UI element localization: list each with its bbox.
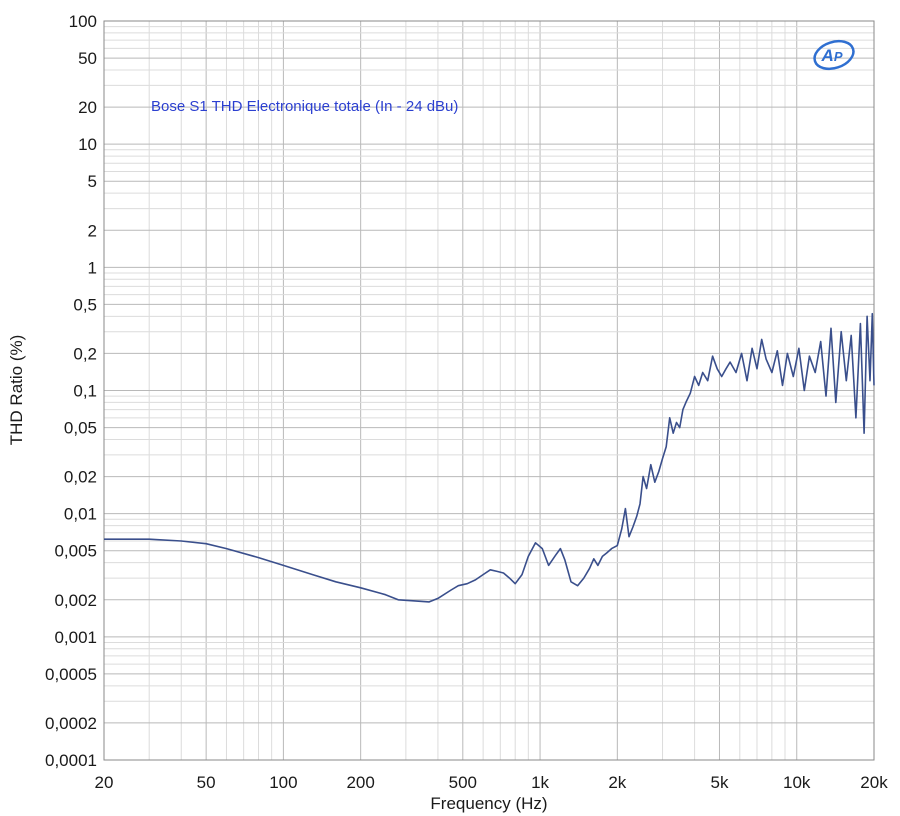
x-tick-label: 200 [346,773,374,792]
thd-chart: 20 50 100 200 500 1k 2k 5k 10k 20k 100 50 20 10 5 2 1 0,… [7,12,889,813]
y-tick-label: 100 [69,12,97,31]
x-tick-label: 1k [531,773,549,792]
y-tick-label: 0,005 [54,542,97,561]
y-tick-label: 0,001 [54,628,97,647]
chart-annotation: Bose S1 THD Electronique totale (In - 24… [151,98,458,115]
thd-series-line [104,312,875,603]
svg-text:AP: AP [821,46,843,65]
y-tick-label: 0,05 [64,419,97,438]
y-tick-label: 0,0002 [45,714,97,733]
y-tick-label: 0,0005 [45,665,97,684]
y-tick-label: 0,02 [64,468,97,487]
x-axis-ticks: 20 50 100 200 500 1k 2k 5k 10k 20k [95,773,889,792]
x-tick-label: 20k [860,773,888,792]
y-tick-label: 2 [88,221,97,240]
grid [103,20,875,761]
series [104,312,875,603]
y-tick-label: 5 [88,172,97,191]
y-tick-label: 20 [78,98,97,117]
x-tick-label: 20 [95,773,114,792]
y-tick-label: 50 [78,49,97,68]
y-tick-label: 0,5 [73,295,97,314]
x-tick-label: 5k [710,773,728,792]
x-tick-label: 10k [783,773,811,792]
x-tick-label: 50 [197,773,216,792]
y-axis-title: THD Ratio (%) [7,335,26,446]
y-tick-label: 0,002 [54,591,97,610]
y-tick-label: 0,1 [73,382,97,401]
y-tick-label: 10 [78,135,97,154]
y-tick-label: 0,2 [73,344,97,363]
x-axis-title: Frequency (Hz) [430,794,547,813]
y-axis-ticks: 100 50 20 10 5 2 1 0,5 0,2 0,1 0,05 0,02 0,01 0,005 0,… [45,12,97,770]
x-tick-label: 2k [608,773,626,792]
y-tick-label: 1 [88,258,97,277]
y-tick-label: 0,01 [64,505,97,524]
y-tick-label: 0,0001 [45,751,97,770]
ap-logo: AP [813,39,855,71]
x-tick-label: 500 [449,773,477,792]
x-tick-label: 100 [269,773,297,792]
